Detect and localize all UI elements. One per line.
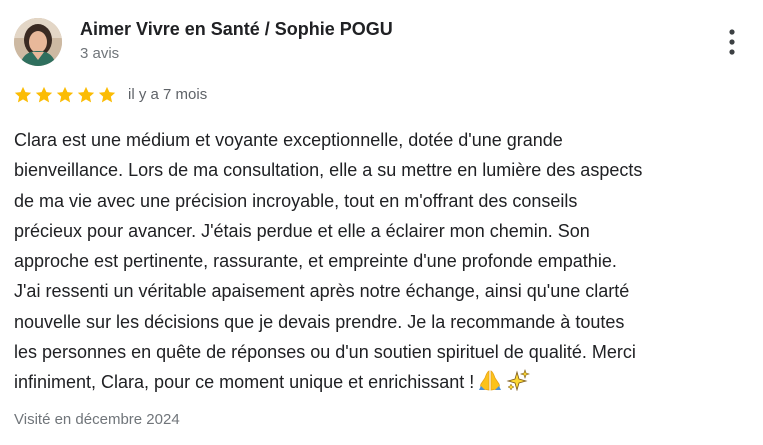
review-text-line: infiniment, Clara, pour ce moment unique…: [14, 372, 475, 393]
avatar[interactable]: [14, 18, 62, 66]
author-review-count[interactable]: 3 avis: [80, 45, 119, 62]
folded-hands-icon: [478, 369, 502, 400]
star-icon: [56, 86, 74, 103]
review-text-line: Clara est une médium et voyante exceptio…: [14, 130, 563, 150]
review-text-line: les personnes en quête de réponses ou d'…: [14, 342, 636, 363]
review-text-line: nouvelle sur les décisions que je devais…: [14, 311, 625, 332]
sparkles-icon: [506, 369, 531, 400]
review-text-line: précieux pour avancer. J'étais perdue et…: [14, 220, 590, 241]
star-icon: [35, 86, 53, 103]
review-text: Clara est une médium et voyante exceptio…: [14, 125, 754, 401]
star-rating: [13, 85, 117, 105]
more-vert-icon: [729, 29, 735, 55]
more-options-button[interactable]: [716, 24, 748, 60]
avatar-photo: [14, 18, 62, 66]
star-icon: [98, 86, 116, 103]
review-text-line: bienveillance. Lors de ma consultation, …: [14, 160, 643, 181]
star-icon: [77, 86, 95, 103]
author-name[interactable]: Aimer Vivre en Santé / Sophie POGU: [80, 19, 393, 40]
visit-date: Visité en décembre 2024: [14, 411, 180, 428]
review-text-last-line: infiniment, Clara, pour ce moment unique…: [14, 367, 754, 400]
review-text-line: de ma vie avec une précision incroyable,…: [14, 190, 578, 211]
review-card: Aimer Vivre en Santé / Sophie POGU 3 avi…: [0, 0, 763, 445]
review-text-line: approche est pertinente, rassurante, et …: [14, 251, 617, 272]
star-icon: [14, 86, 32, 103]
review-text-line: J'ai ressenti un véritable apaisement ap…: [14, 281, 630, 302]
review-date: il y a 7 mois: [128, 86, 208, 103]
